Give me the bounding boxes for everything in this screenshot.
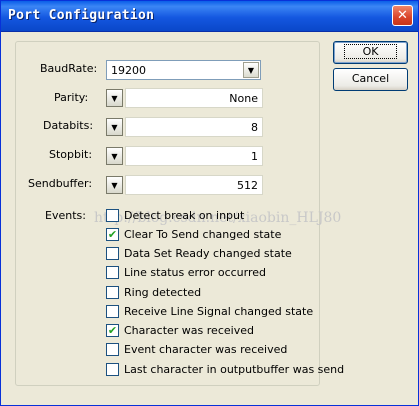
event-checkbox-label: Event character was received — [124, 343, 288, 356]
window-title: Port Configuration — [8, 8, 155, 23]
sendbuffer-control[interactable]: ▼ 512 — [106, 175, 263, 195]
checkbox-unchecked-icon[interactable] — [106, 266, 119, 279]
databits-control[interactable]: ▼ 8 — [106, 117, 263, 137]
dialog-client-area: BaudRate: 19200 ▼ Parity: ▼ None Databit… — [4, 32, 415, 402]
checkbox-unchecked-icon[interactable] — [106, 363, 119, 376]
chevron-down-icon[interactable]: ▼ — [243, 62, 259, 78]
event-checkbox-label: Character was received — [124, 324, 254, 337]
databits-value: 8 — [251, 121, 258, 134]
parity-field[interactable]: None — [125, 88, 263, 108]
stopbit-field[interactable]: 1 — [125, 146, 263, 166]
stopbit-label: Stopbit: — [49, 148, 93, 161]
event-checkbox-label: Receive Line Signal changed state — [124, 305, 314, 318]
ok-button[interactable]: OK — [333, 41, 408, 64]
title-bar[interactable]: Port Configuration ✕ — [1, 1, 418, 32]
sendbuffer-label: Sendbuffer: — [28, 177, 93, 190]
checkbox-unchecked-icon[interactable] — [106, 343, 119, 356]
events-label: Events: — [45, 209, 86, 222]
event-checkbox-label: Clear To Send changed state — [124, 228, 282, 241]
stopbit-dropdown-button[interactable]: ▼ — [106, 147, 123, 165]
close-icon[interactable]: ✕ — [392, 5, 413, 26]
databits-dropdown-button[interactable]: ▼ — [106, 118, 123, 136]
checkbox-unchecked-icon[interactable] — [106, 286, 119, 299]
baudrate-combobox[interactable]: 19200 ▼ — [106, 60, 261, 80]
event-checkbox-label: Detect break on input — [124, 209, 245, 222]
event-checkbox-label: Line status error occurred — [124, 266, 267, 279]
checkbox-unchecked-icon[interactable] — [106, 305, 119, 318]
sendbuffer-field[interactable]: 512 — [125, 175, 263, 195]
stopbit-control[interactable]: ▼ 1 — [106, 146, 263, 166]
checkbox-checked-icon[interactable]: ✔ — [106, 324, 119, 337]
checkbox-checked-icon[interactable]: ✔ — [106, 228, 119, 241]
parity-dropdown-button[interactable]: ▼ — [106, 89, 123, 107]
parity-control[interactable]: ▼ None — [106, 88, 263, 108]
baudrate-value: 19200 — [111, 64, 146, 77]
sendbuffer-dropdown-button[interactable]: ▼ — [106, 176, 123, 194]
event-checkbox-label: Data Set Ready changed state — [124, 247, 292, 260]
event-checkbox-label: Last character in outputbuffer was send — [124, 363, 345, 376]
parity-label: Parity: — [54, 91, 89, 104]
stopbit-value: 1 — [251, 150, 258, 163]
parity-value: None — [229, 92, 258, 105]
databits-field[interactable]: 8 — [125, 117, 263, 137]
cancel-button[interactable]: Cancel — [333, 68, 408, 91]
checkbox-unchecked-icon[interactable] — [106, 209, 119, 222]
port-configuration-dialog: Port Configuration ✕ BaudRate: 19200 ▼ P… — [0, 0, 419, 406]
checkbox-unchecked-icon[interactable] — [106, 247, 119, 260]
databits-label: Databits: — [43, 119, 94, 132]
baudrate-label: BaudRate: — [40, 62, 98, 75]
sendbuffer-value: 512 — [237, 179, 258, 192]
event-checkbox-label: Ring detected — [124, 286, 202, 299]
ok-button-label: OK — [343, 44, 398, 59]
